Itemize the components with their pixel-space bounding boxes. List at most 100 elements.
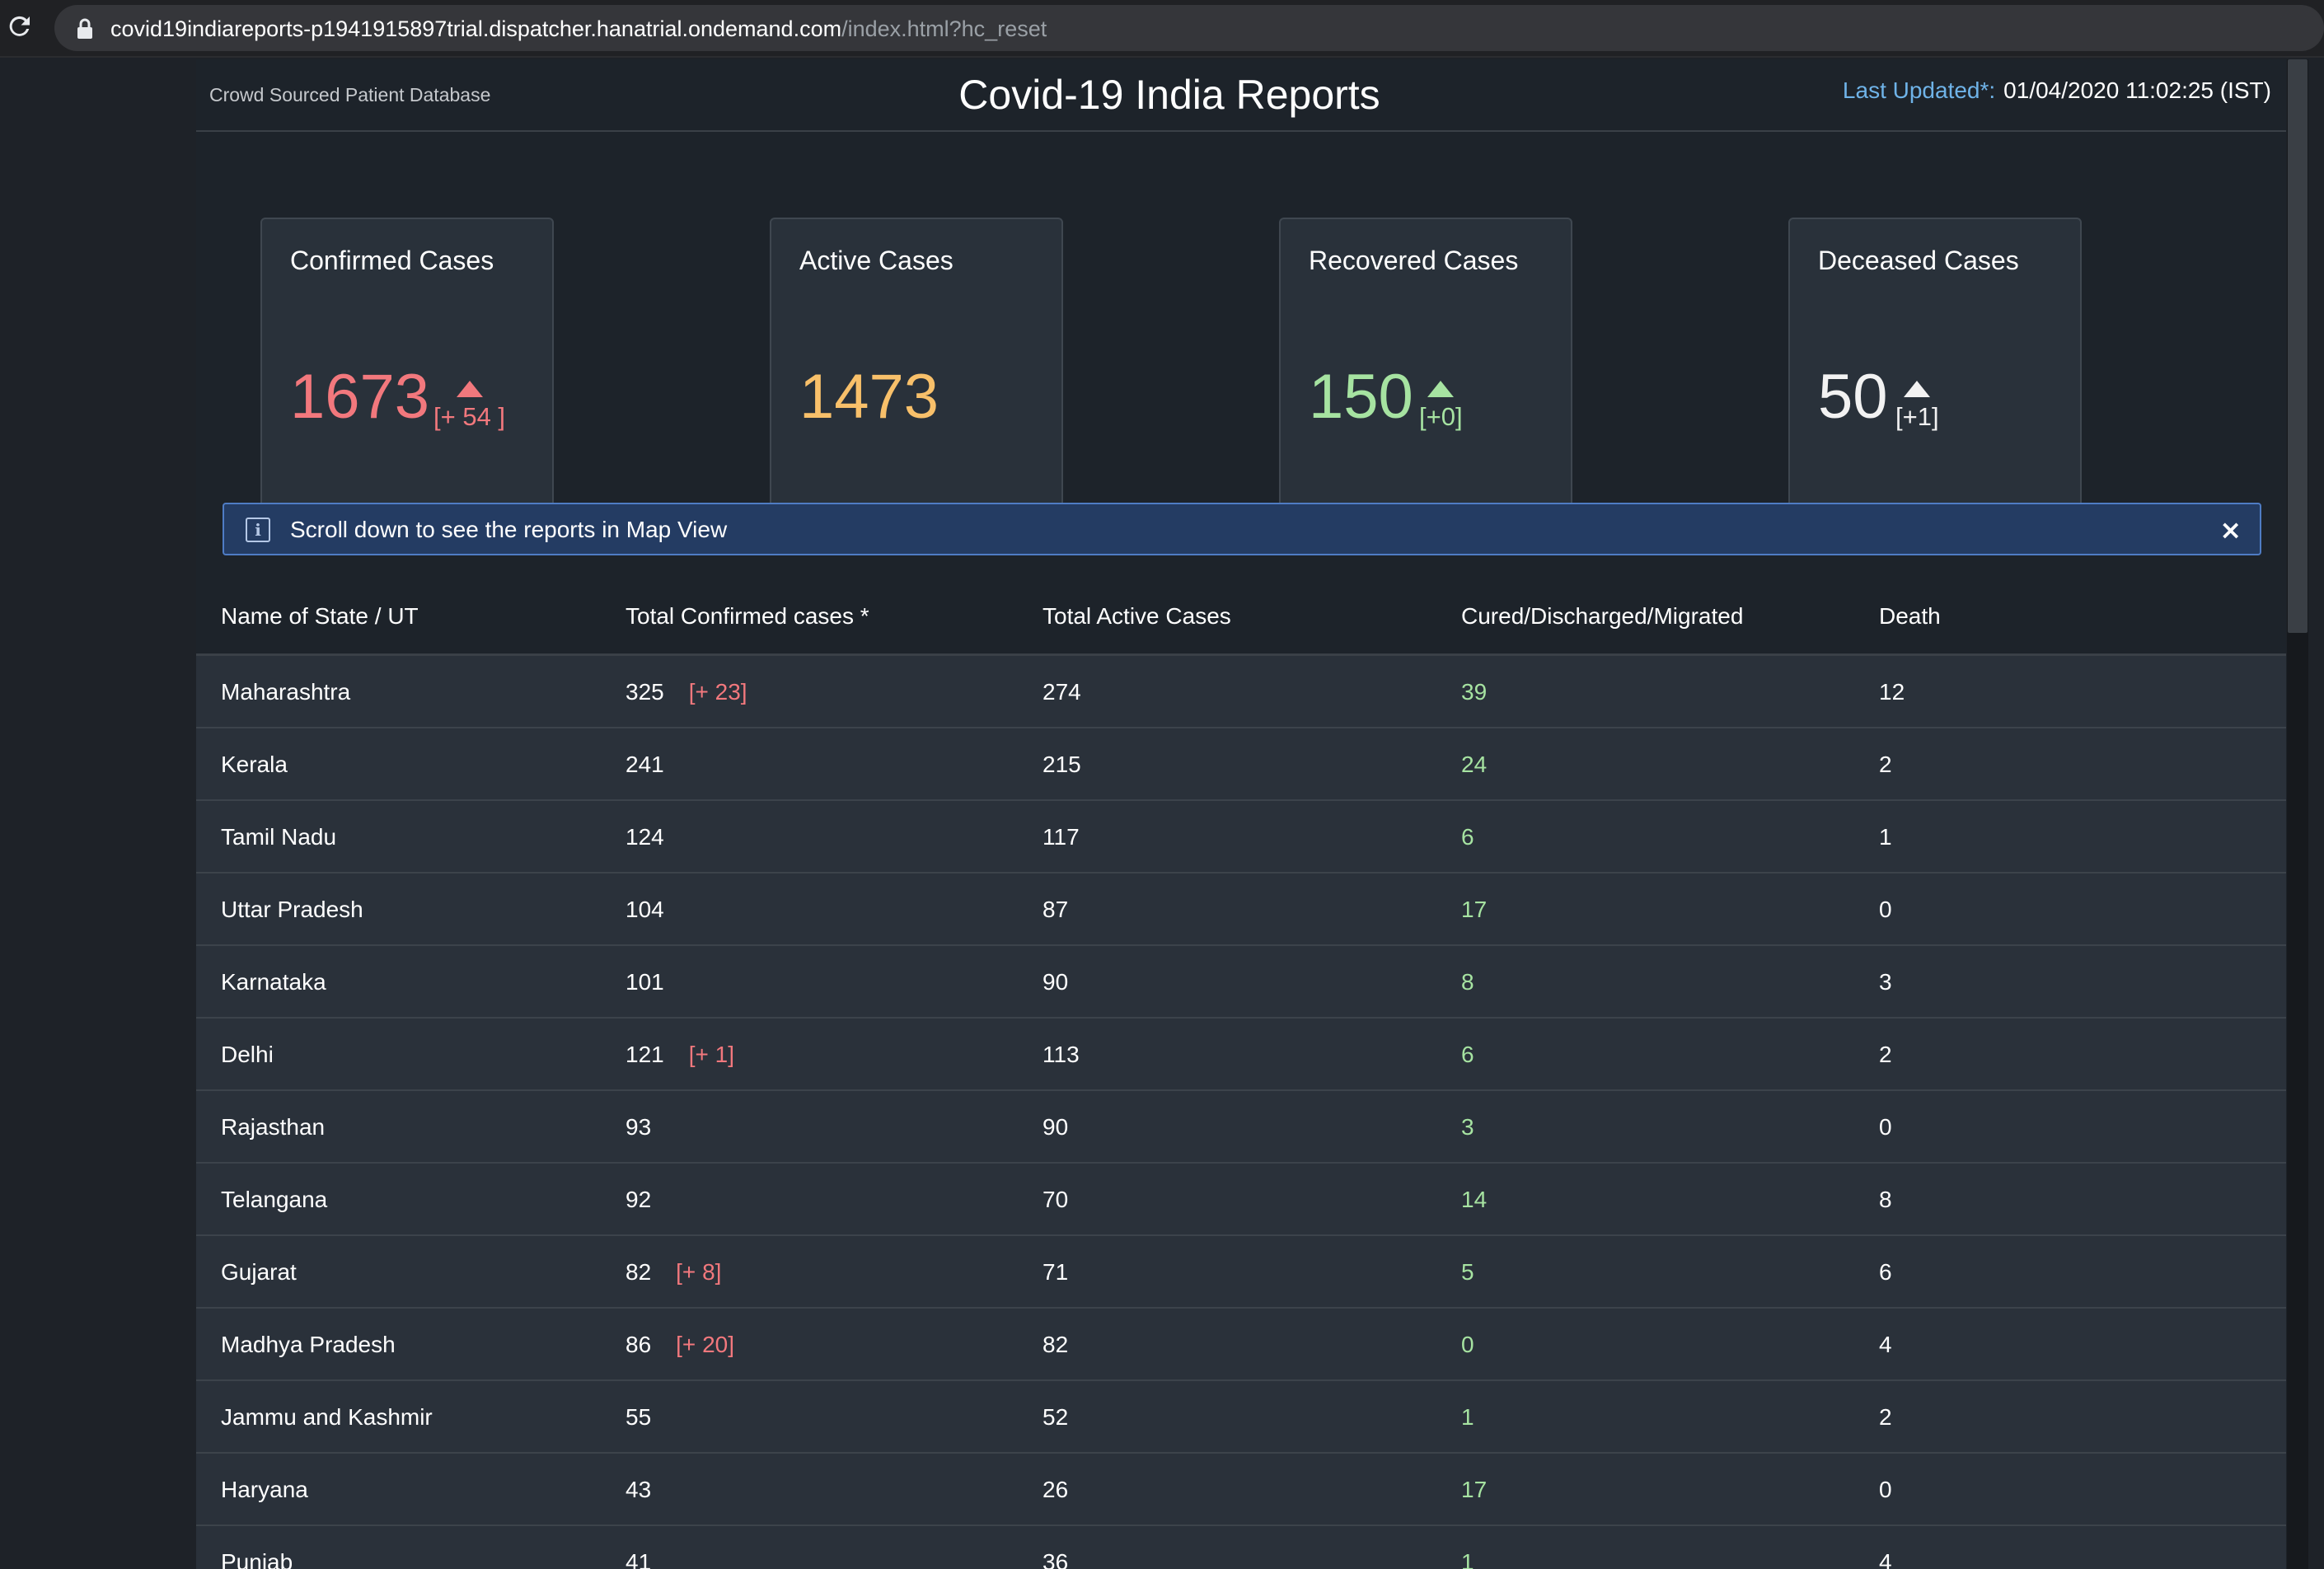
cell-cured: 0: [1461, 1332, 1474, 1357]
cell-active: 113: [1043, 1042, 1080, 1067]
cell-active: 215: [1043, 752, 1081, 777]
column-header-confirmed[interactable]: Total Confirmed cases *: [626, 603, 869, 630]
cell-state: Madhya Pradesh: [221, 1332, 396, 1357]
cell-cured: 6: [1461, 1042, 1474, 1067]
card-value: 150: [1309, 362, 1413, 432]
cell-death: 2: [1879, 1042, 1892, 1067]
table-row[interactable]: Uttar Pradesh 104 87 17 0: [196, 873, 2286, 946]
cell-active: 274: [1043, 679, 1081, 705]
card-value: 1673: [290, 362, 430, 432]
browser-address-bar: covid19indiareports-p1941915897trial.dis…: [0, 0, 2324, 58]
url-field[interactable]: covid19indiareports-p1941915897trial.dis…: [54, 5, 2324, 51]
cell-cured: 14: [1461, 1187, 1488, 1212]
cell-active: 70: [1043, 1187, 1069, 1212]
card-delta-text: [+0]: [1419, 402, 1463, 431]
table-row[interactable]: Telangana 92 70 14 8: [196, 1164, 2286, 1236]
cell-confirmed-value: 41: [626, 1549, 652, 1569]
table-row[interactable]: Haryana 43 26 17 0: [196, 1454, 2286, 1526]
cell-cured: 24: [1461, 752, 1488, 777]
card-value: 50: [1818, 362, 1888, 432]
page-header: Crowd Sourced Patient Database Covid-19 …: [196, 59, 2286, 132]
cell-confirmed-value: 124: [626, 824, 664, 850]
card-confirmed: Confirmed Cases 1673 [+ 54 ]: [260, 218, 554, 511]
banner-text: Scroll down to see the reports in Map Vi…: [290, 517, 728, 542]
cell-cured: 6: [1461, 824, 1474, 850]
cell-state: Haryana: [221, 1477, 308, 1502]
cell-cured: 3: [1461, 1114, 1474, 1140]
cell-death: 4: [1879, 1549, 1892, 1569]
cell-state: Jammu and Kashmir: [221, 1404, 433, 1430]
column-header-cured[interactable]: Cured/Discharged/Migrated: [1461, 603, 1743, 630]
table-row[interactable]: Tamil Nadu 124 117 6 1: [196, 801, 2286, 873]
table-row[interactable]: Maharashtra 325 [+ 23] 274 39 12: [196, 656, 2286, 728]
cell-death: 0: [1879, 1477, 1892, 1502]
cell-state: Karnataka: [221, 969, 326, 995]
up-arrow-icon: [1427, 381, 1455, 397]
cell-confirmed-value: 325: [626, 679, 664, 705]
table-row[interactable]: Madhya Pradesh 86 [+ 20] 82 0 4: [196, 1309, 2286, 1381]
cell-cured: 39: [1461, 679, 1488, 705]
cell-confirmed-value: 43: [626, 1477, 652, 1502]
cell-confirmed: 325 [+ 23]: [626, 679, 747, 705]
cell-confirmed: 101: [626, 969, 689, 995]
cell-confirmed-value: 121: [626, 1042, 664, 1067]
cell-confirmed-value: 82: [626, 1259, 652, 1285]
cell-cured: 1: [1461, 1549, 1474, 1569]
cell-death: 6: [1879, 1259, 1892, 1285]
table-row[interactable]: Gujarat 82 [+ 8] 71 5 6: [196, 1236, 2286, 1309]
column-header-active[interactable]: Total Active Cases: [1043, 603, 1231, 630]
card-delta: [+0]: [1419, 381, 1463, 432]
table-body: Maharashtra 325 [+ 23] 274 39 12 Kerala 2…: [196, 656, 2286, 1569]
cell-active: 87: [1043, 897, 1069, 922]
states-table: Name of State / UT Total Confirmed cases…: [196, 577, 2286, 1569]
cell-death: 12: [1879, 679, 1905, 705]
table-row[interactable]: Karnataka 101 90 8 3: [196, 946, 2286, 1019]
column-header-state[interactable]: Name of State / UT: [221, 603, 419, 630]
up-arrow-icon: [456, 381, 483, 397]
cell-confirmed: 124: [626, 824, 689, 850]
last-updated: Last Updated*: 01/04/2020 11:02:25 (IST): [1843, 77, 2271, 104]
cell-confirmed-value: 55: [626, 1404, 652, 1430]
card-title: Confirmed Cases: [290, 246, 494, 275]
cell-confirmed: 86 [+ 20]: [626, 1332, 734, 1358]
cell-cured: 5: [1461, 1259, 1474, 1285]
card-delta-text: [+1]: [1895, 402, 1939, 431]
cell-death: 3: [1879, 969, 1892, 995]
cell-state: Punjab: [221, 1549, 293, 1569]
page: Crowd Sourced Patient Database Covid-19 …: [196, 59, 2286, 1569]
cell-death: 0: [1879, 1114, 1892, 1140]
card-active: Active Cases 1473: [770, 218, 1063, 511]
cell-confirmed: 241: [626, 752, 689, 778]
url-host: covid19indiareports-p1941915897trial.dis…: [110, 16, 842, 41]
cell-active: 26: [1043, 1477, 1069, 1502]
card-delta: [+ 54 ]: [433, 381, 505, 432]
cell-cured: 8: [1461, 969, 1474, 995]
cell-active: 36: [1043, 1549, 1069, 1569]
cell-confirmed-delta: [+ 20]: [676, 1332, 734, 1357]
cell-active: 82: [1043, 1332, 1069, 1357]
cell-active: 90: [1043, 969, 1069, 995]
cell-death: 8: [1879, 1187, 1892, 1212]
cell-state: Maharashtra: [221, 679, 351, 705]
scrollbar-thumb[interactable]: [2288, 59, 2308, 633]
table-row[interactable]: Delhi 121 [+ 1] 113 6 2: [196, 1019, 2286, 1091]
table-row[interactable]: Jammu and Kashmir 55 52 1 2: [196, 1381, 2286, 1454]
card-delta-text: [+ 54 ]: [433, 402, 506, 431]
cell-confirmed: 82 [+ 8]: [626, 1259, 721, 1286]
cell-confirmed-delta: [+ 23]: [688, 679, 747, 705]
last-updated-label: Last Updated*:: [1842, 77, 1996, 103]
lock-icon: [77, 18, 92, 39]
summary-cards: Confirmed Cases 1673 [+ 54 ] Active Case…: [196, 133, 2286, 546]
table-row[interactable]: Rajasthan 93 90 3 0: [196, 1091, 2286, 1164]
info-banner: i Scroll down to see the reports in Map …: [223, 503, 2261, 555]
cell-confirmed: 55: [626, 1404, 676, 1431]
cell-confirmed-value: 92: [626, 1187, 652, 1212]
cell-state: Tamil Nadu: [221, 824, 337, 850]
close-icon[interactable]: ×: [2219, 514, 2242, 546]
table-row[interactable]: Punjab 41 36 1 4: [196, 1526, 2286, 1569]
table-row[interactable]: Kerala 241 215 24 2: [196, 728, 2286, 801]
cell-active: 117: [1043, 824, 1080, 850]
reload-icon[interactable]: [5, 12, 35, 41]
column-header-death[interactable]: Death: [1879, 603, 1941, 630]
cell-state: Delhi: [221, 1042, 274, 1067]
